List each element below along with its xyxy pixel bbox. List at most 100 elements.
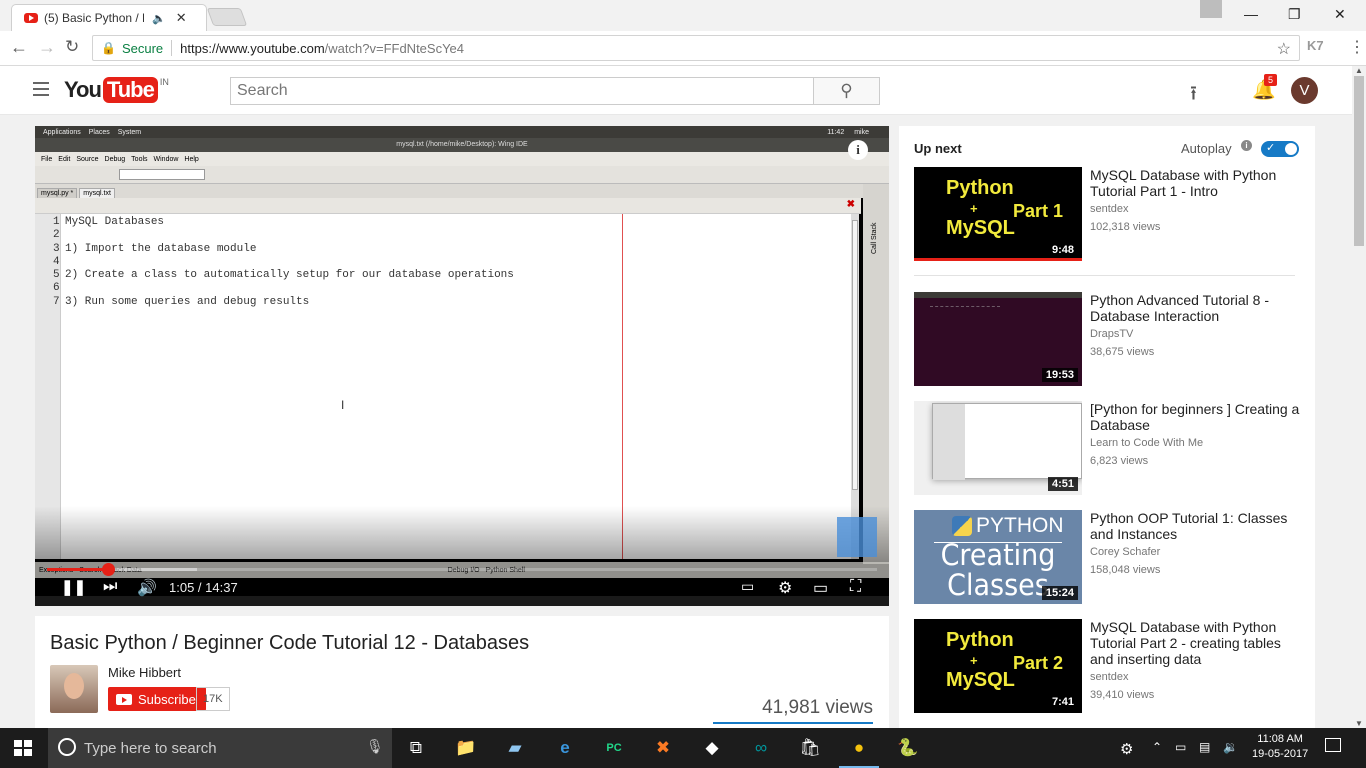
volume-tray-icon[interactable]: 🔉 [1223,740,1238,754]
notepad-icon[interactable]: ▰ [503,736,527,760]
autoplay-info-icon[interactable]: i [1241,140,1252,151]
network-icon[interactable]: ▤ [1199,740,1210,754]
python-taskbar-icon[interactable]: 🐍 [896,736,920,760]
related-video-channel: Learn to Code With Me [1090,437,1204,449]
video-info-icon[interactable]: i [848,140,868,160]
related-video-item[interactable]: PYTHON Creating Classes 15:24 Python OOP… [914,510,1304,604]
desktop-user: mike [854,128,869,136]
close-tab-icon[interactable]: ✕ [176,10,187,26]
related-video-views: 39,410 views [1090,689,1155,701]
python-logo-icon [952,516,972,536]
subscribe-button[interactable]: Subscribe [108,687,206,711]
show-hidden-icons[interactable]: ⌃ [1152,740,1162,754]
windows-start-icon[interactable] [14,740,32,756]
player-gradient [35,506,889,606]
related-video-item[interactable]: 4:51 [Python for beginners ] Creating a … [914,401,1304,495]
taskbar-search-box[interactable]: Type here to search 🎙 [48,728,392,768]
dropbox-icon[interactable]: ◆ [700,736,724,760]
upload-icon[interactable]: ⭱ [1190,79,1197,113]
theater-mode-icon[interactable]: ▭ [813,578,828,598]
ide-menu-item: Edit [58,155,71,163]
search-input[interactable]: Search [230,77,814,105]
related-video-item[interactable]: Python + MySQL Part 1 9:48 MySQL Databas… [914,167,1304,261]
ide-menu-item: Source [76,155,99,163]
duration-badge: 7:41 [1047,695,1078,709]
video-thumbnail[interactable]: PYTHON Creating Classes 15:24 [914,510,1082,604]
forward-icon[interactable]: → [38,37,56,58]
file-explorer-icon[interactable]: 📁 [454,736,478,760]
people-icon[interactable]: ⚙ [1120,740,1133,758]
youtube-play-icon [116,693,132,705]
progress-bar[interactable] [47,563,877,576]
battery-icon[interactable]: ▭ [1175,740,1186,754]
duration-badge: 4:51 [1047,477,1078,491]
bookmark-star-icon[interactable]: ☆ [1277,39,1291,59]
minimize-button[interactable]: — [1244,6,1258,22]
fullscreen-icon[interactable]: ⛶ [850,578,861,596]
pycharm-icon[interactable]: PC [602,736,626,760]
check-icon: ✓ [1266,142,1276,154]
ide-side-label: Call Stack [871,222,878,254]
next-icon[interactable]: ⏭ [103,578,117,596]
pause-icon[interactable]: ❚❚ [61,578,86,596]
xampp-icon[interactable]: ✖ [651,736,675,760]
video-title: Basic Python / Beginner Code Tutorial 12… [50,632,530,654]
related-video-item[interactable]: 19:53 Python Advanced Tutorial 8 - Datab… [914,292,1304,386]
new-tab-button[interactable] [206,8,248,26]
related-video-title[interactable]: MySQL Database with Python Tutorial Part… [1090,619,1300,667]
video-thumbnail[interactable]: Python + MySQL Part 1 9:48 [914,167,1082,261]
related-video-title[interactable]: Python Advanced Tutorial 8 - Database In… [1090,292,1300,324]
action-center-icon[interactable] [1325,738,1341,752]
captions-icon[interactable]: ▭ [741,578,754,595]
scroll-up-icon[interactable]: ▲ [1355,66,1363,75]
video-thumbnail[interactable]: Python + MySQL Part 2 7:41 [914,619,1082,713]
reload-icon[interactable]: ↻ [65,37,79,57]
video-thumbnail[interactable]: 4:51 [914,401,1082,495]
guide-menu-icon[interactable] [33,82,49,96]
duration-badge: 19:53 [1041,368,1078,382]
region-label: IN [159,77,169,87]
volume-icon[interactable]: 🔊 [137,578,157,598]
channel-avatar[interactable] [50,665,98,713]
k7-extension-icon[interactable]: K7 [1307,38,1324,53]
ide-tab: mysql.py * [37,188,78,198]
autoplay-toggle[interactable]: ✓ [1261,141,1299,157]
related-video-channel: sentdex [1090,203,1129,215]
edge-icon[interactable]: e [553,736,577,760]
code-line: 7 3) Run some queries and debug results [53,296,310,308]
related-video-channel: Corey Schafer [1090,546,1161,558]
scroll-down-icon[interactable]: ▼ [1355,719,1363,728]
subscribe-label: Subscribe [138,691,196,707]
account-avatar[interactable]: V [1291,77,1318,104]
chrome-menu-icon[interactable]: ⋮ [1349,37,1365,57]
related-video-title[interactable]: Python OOP Tutorial 1: Classes and Insta… [1090,510,1300,542]
url-text[interactable]: https://www.youtube.com/watch?v=FFdNteSc… [180,41,464,56]
related-video-title[interactable]: [Python for beginners ] Creating a Datab… [1090,401,1300,433]
back-icon[interactable]: ← [10,37,28,58]
task-view-icon[interactable]: ⧉ [404,736,428,760]
arduino-icon[interactable]: ∞ [749,736,773,760]
close-window-button[interactable]: ✕ [1334,6,1346,23]
restore-button[interactable]: ❐ [1288,6,1301,23]
video-player[interactable]: Applications Places System 11:42 mike mys… [35,126,889,606]
taskbar-clock[interactable]: 11:08 AM 19-05-2017 [1252,732,1308,762]
ide-menu-item: Help [184,155,199,163]
search-button[interactable]: ⚲ [813,77,880,105]
youtube-logo[interactable]: You Tube IN [64,77,169,103]
ide-toolbar [35,166,889,184]
tab-title: (5) Basic Python / Beg [44,11,144,25]
speaker-icon[interactable]: 🔈 [152,12,166,25]
omnibox[interactable]: 🔒 Secure https://www.youtube.com/watch?v… [92,35,1300,61]
profile-button[interactable] [1200,0,1222,18]
scrollbar-thumb[interactable] [1354,76,1364,246]
settings-gear-icon[interactable]: ⚙ [778,578,792,598]
related-video-title[interactable]: MySQL Database with Python Tutorial Part… [1090,167,1300,199]
channel-name[interactable]: Mike Hibbert [108,665,181,680]
page-scrollbar[interactable]: ▲ ▼ [1352,66,1366,728]
browser-tab[interactable]: (5) Basic Python / Beg 🔈 ✕ [11,4,207,31]
store-icon[interactable]: 🛍 [798,736,822,760]
microphone-icon[interactable]: 🎙 [366,738,384,755]
related-video-item[interactable]: Python + MySQL Part 2 7:41 MySQL Databas… [914,619,1304,713]
chrome-taskbar-icon[interactable]: ● [839,736,879,768]
video-thumbnail[interactable]: 19:53 [914,292,1082,386]
